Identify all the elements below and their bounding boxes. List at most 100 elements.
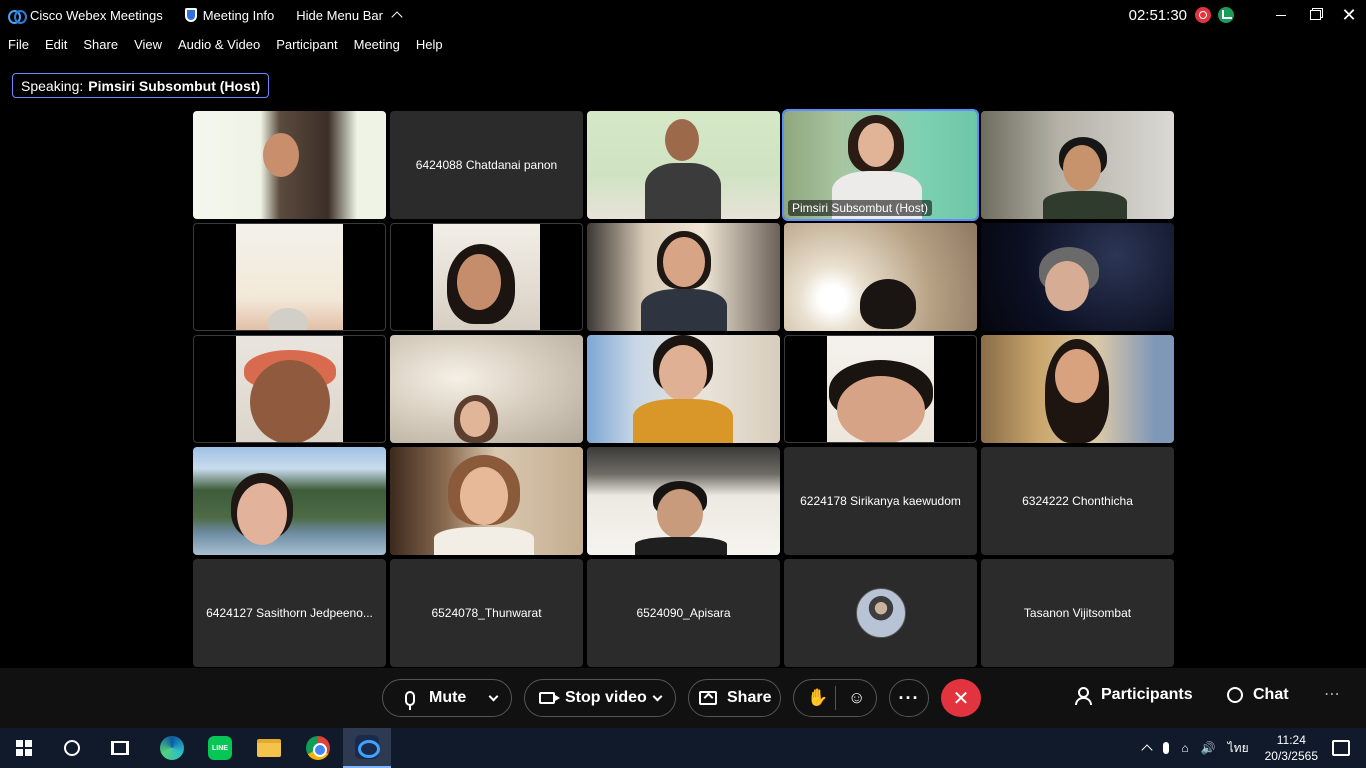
notification-icon[interactable]: [1332, 740, 1350, 756]
system-clock[interactable]: 11:24 20/3/2565: [1265, 732, 1318, 764]
menu-edit[interactable]: Edit: [45, 37, 67, 52]
taskbar-file-explorer[interactable]: [245, 728, 293, 768]
task-view-button[interactable]: [96, 728, 144, 768]
statistics-icon[interactable]: [1218, 7, 1234, 23]
menu-help[interactable]: Help: [416, 37, 443, 52]
participant-body: [645, 163, 721, 219]
video-tile[interactable]: [390, 223, 583, 331]
participant-body: [635, 537, 727, 555]
participants-label: Participants: [1101, 686, 1193, 703]
search-button[interactable]: [48, 728, 96, 768]
video-tile[interactable]: 6524078_Thunwarat: [390, 559, 583, 667]
hide-menu-bar-button[interactable]: Hide Menu Bar: [296, 8, 403, 23]
video-tile[interactable]: [193, 335, 386, 443]
video-tile[interactable]: 6224178 Sirikanya kaewudom: [784, 447, 977, 555]
app-name: Cisco Webex Meetings: [30, 7, 163, 23]
restore-button[interactable]: [1298, 0, 1332, 30]
webex-logo-icon: [8, 8, 27, 24]
search-icon: [64, 740, 80, 756]
system-date: 20/3/2565: [1264, 749, 1318, 763]
participant-name: 6324222 Chonthicha: [1022, 494, 1133, 508]
chat-button[interactable]: Chat: [1227, 686, 1289, 704]
video-tile[interactable]: [587, 447, 780, 555]
video-tile[interactable]: 6424127 Sasithorn Jedpeeno...: [193, 559, 386, 667]
taskbar-edge[interactable]: [148, 728, 196, 768]
menu-audio-video[interactable]: Audio & Video: [178, 37, 260, 52]
menu-file[interactable]: File: [8, 37, 29, 52]
participant-face: [268, 308, 308, 330]
participants-button[interactable]: Participants: [1075, 686, 1193, 705]
taskbar-webex[interactable]: [343, 728, 391, 768]
video-tile[interactable]: [784, 223, 977, 331]
mute-button[interactable]: Mute: [382, 679, 512, 717]
menu-view[interactable]: View: [134, 37, 162, 52]
stop-video-button[interactable]: Stop video: [524, 679, 676, 717]
system-time: 11:24: [1276, 733, 1306, 747]
taskbar-chrome[interactable]: [294, 728, 342, 768]
folder-icon: [257, 739, 281, 757]
shield-icon: [184, 8, 197, 22]
video-tile[interactable]: [981, 111, 1174, 219]
menu-meeting[interactable]: Meeting: [354, 37, 400, 52]
leave-meeting-button[interactable]: ✕: [941, 679, 981, 717]
video-tile[interactable]: 6424088 Chatdanai panon: [390, 111, 583, 219]
video-tile[interactable]: [390, 335, 583, 443]
participant-name: 6424127 Sasithorn Jedpeeno...: [206, 606, 373, 620]
tray-overflow-icon[interactable]: [1141, 742, 1154, 756]
participant-name: 6524078_Thunwarat: [431, 606, 542, 620]
video-tile[interactable]: [784, 559, 977, 667]
recording-icon[interactable]: [1195, 7, 1211, 23]
participant-face: [663, 237, 705, 287]
taskbar-line[interactable]: LINE: [196, 728, 244, 768]
video-tile[interactable]: [981, 335, 1174, 443]
tray-volume-icon[interactable]: 🔊: [1201, 741, 1216, 755]
menu-share[interactable]: Share: [83, 37, 118, 52]
video-tile[interactable]: [587, 223, 780, 331]
input-language[interactable]: ไทย: [1228, 739, 1249, 758]
participant-avatar: [855, 588, 906, 638]
video-tile[interactable]: [193, 447, 386, 555]
participant-body: [641, 289, 727, 331]
video-tile[interactable]: [587, 335, 780, 443]
participant-hair: [860, 279, 916, 329]
share-label: Share: [727, 689, 772, 706]
video-tile[interactable]: [784, 335, 977, 443]
more-options-button[interactable]: ···: [889, 679, 929, 717]
panel-overflow-icon[interactable]: ⋯: [1324, 684, 1340, 704]
share-button[interactable]: Share: [688, 679, 781, 717]
start-button[interactable]: [0, 728, 48, 768]
close-window-button[interactable]: ✕: [1332, 0, 1366, 30]
windows-logo-icon: [16, 740, 32, 756]
participant-face: [263, 133, 299, 177]
system-tray: ⌂ 🔊 ไทย 11:24 20/3/2565: [1141, 728, 1366, 768]
video-tile[interactable]: [193, 223, 386, 331]
chevron-down-icon[interactable]: [652, 691, 663, 701]
reactions-icon[interactable]: ☺: [848, 688, 865, 708]
video-tile[interactable]: [587, 111, 780, 219]
participant-face: [237, 483, 287, 545]
menu-participant[interactable]: Participant: [276, 37, 337, 52]
minimize-button[interactable]: [1264, 0, 1298, 30]
participant-body: [434, 527, 534, 555]
video-tile-active-speaker[interactable]: Pimsiri Subsombut (Host): [782, 109, 979, 221]
video-tile[interactable]: [193, 111, 386, 219]
microphone-icon: [405, 690, 415, 710]
meeting-info-button[interactable]: Meeting Info: [184, 8, 274, 23]
participant-face: [837, 376, 925, 442]
video-tile[interactable]: Tasanon Vijitsombat: [981, 559, 1174, 667]
edge-icon: [160, 736, 184, 760]
video-tile[interactable]: [981, 223, 1174, 331]
speaking-name: Pimsiri Subsombut (Host): [88, 77, 261, 94]
mute-label: Mute: [429, 689, 467, 706]
participant-name: 6424088 Chatdanai panon: [415, 158, 558, 172]
participant-face: [657, 489, 703, 539]
chevron-down-icon[interactable]: [488, 691, 499, 701]
video-tile[interactable]: [390, 447, 583, 555]
participant-name: 6224178 Sirikanya kaewudom: [800, 494, 961, 508]
tray-microphone-icon[interactable]: [1163, 742, 1170, 754]
participants-icon: [1075, 687, 1092, 705]
video-tile[interactable]: 6324222 Chonthicha: [981, 447, 1174, 555]
raise-hand-icon[interactable]: ✋: [807, 688, 828, 708]
tray-network-icon[interactable]: ⌂: [1181, 741, 1188, 755]
video-tile[interactable]: 6524090_Apisara: [587, 559, 780, 667]
